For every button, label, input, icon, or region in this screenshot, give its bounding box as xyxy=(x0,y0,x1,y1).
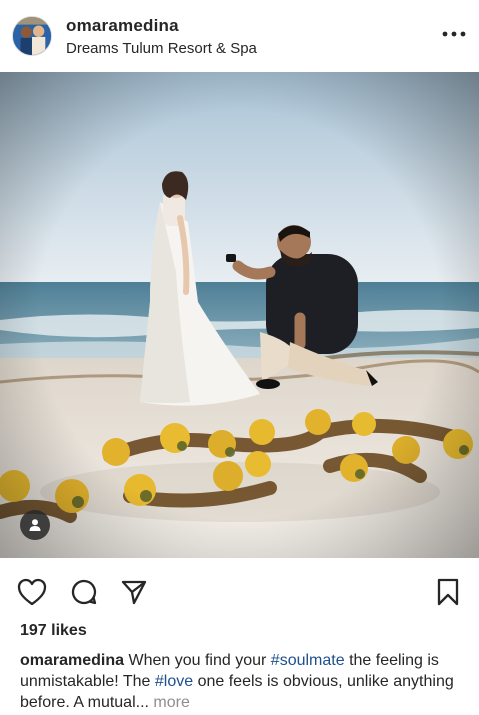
save-button[interactable] xyxy=(432,576,464,608)
post-username[interactable]: omaramedina xyxy=(66,16,179,36)
like-count[interactable]: 197 likes xyxy=(20,622,87,640)
bookmark-icon xyxy=(437,578,459,606)
comment-icon xyxy=(71,579,97,605)
caption-text: When you find your xyxy=(128,652,271,669)
share-button[interactable] xyxy=(118,576,150,608)
post-photo[interactable] xyxy=(0,72,479,558)
post-location[interactable]: Dreams Tulum Resort & Spa xyxy=(66,40,257,57)
caption-more-link[interactable]: more xyxy=(149,694,189,711)
user-icon xyxy=(29,519,41,531)
post-actions xyxy=(0,568,479,612)
post-header: omaramedina Dreams Tulum Resort & Spa xyxy=(0,0,479,72)
tagged-user-button[interactable] xyxy=(20,510,50,540)
hashtag-soulmate[interactable]: #soulmate xyxy=(271,652,345,669)
comment-button[interactable] xyxy=(68,576,100,608)
post-caption: omaramedina When you find your #soulmate… xyxy=(20,650,465,713)
caption-username[interactable]: omaramedina xyxy=(20,652,124,669)
heart-icon xyxy=(17,578,47,606)
hashtag-love[interactable]: #love xyxy=(155,673,193,690)
avatar[interactable] xyxy=(12,16,52,56)
more-options-button[interactable] xyxy=(439,22,469,46)
more-horizontal-icon xyxy=(442,31,466,37)
like-button[interactable] xyxy=(16,576,48,608)
share-icon xyxy=(121,580,147,605)
